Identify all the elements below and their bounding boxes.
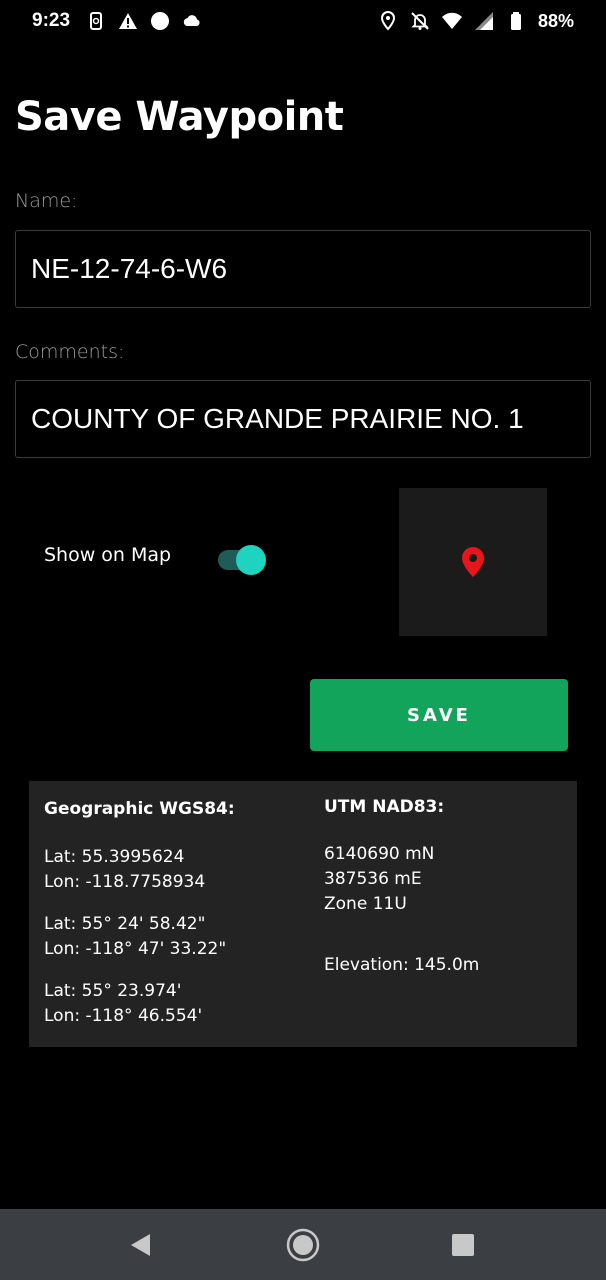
dm-lat: Lat: 55° 23.974' (44, 981, 182, 1001)
home-icon (286, 1228, 320, 1262)
status-time: 9:23 (32, 10, 71, 31)
map-pin-icon (461, 546, 485, 578)
coordinate-info-panel: Geographic WGS84: Lat: 55.3995624 Lon: -… (29, 781, 577, 1047)
status-right-icons: 88% (378, 11, 574, 32)
status-left-icons (86, 11, 202, 31)
location-icon (378, 11, 398, 31)
decimal-lon: Lon: -118.7758934 (44, 872, 206, 892)
name-label: Name: (15, 190, 78, 212)
navigation-bar (0, 1209, 606, 1280)
dm-lon: Lon: -118° 46.554' (44, 1006, 203, 1026)
phone-sync-icon (86, 11, 106, 31)
back-icon (128, 1232, 152, 1258)
recents-button[interactable] (445, 1227, 481, 1263)
utm-easting: 387536 mE (324, 869, 422, 889)
show-on-map-label: Show on Map (44, 544, 172, 566)
toggle-thumb (236, 545, 266, 575)
map-preview[interactable] (399, 488, 547, 636)
comments-input-value: COUNTY OF GRANDE PRAIRIE NO. 1 (31, 403, 524, 434)
utm-heading: UTM NAD83: (324, 797, 445, 817)
circle-icon (150, 11, 170, 31)
utm-zone: Zone 11U (324, 894, 407, 914)
comments-input[interactable]: COUNTY OF GRANDE PRAIRIE NO. 1 (15, 380, 591, 458)
home-button[interactable] (285, 1227, 321, 1263)
comments-label: Comments: (15, 341, 125, 363)
signal-icon (474, 11, 494, 31)
name-input[interactable]: NE-12-74-6-W6 (15, 230, 591, 308)
dms-lat: Lat: 55° 24' 58.42" (44, 914, 206, 934)
bell-off-icon (410, 11, 430, 31)
show-on-map-toggle[interactable] (218, 545, 266, 575)
dms-lon: Lon: -118° 47' 33.22" (44, 939, 227, 959)
back-button[interactable] (122, 1227, 158, 1263)
recents-icon (451, 1233, 475, 1257)
battery-percentage: 88% (537, 10, 574, 31)
geographic-heading: Geographic WGS84: (44, 799, 235, 819)
battery-icon (506, 11, 526, 31)
name-input-value: NE-12-74-6-W6 (31, 253, 228, 284)
warning-icon (118, 11, 138, 31)
utm-northing: 6140690 mN (324, 844, 435, 864)
elevation: Elevation: 145.0m (324, 955, 480, 975)
save-button[interactable]: SAVE (310, 679, 568, 751)
wifi-icon (441, 11, 462, 31)
status-bar: 9:23 88% (0, 0, 606, 42)
decimal-lat: Lat: 55.3995624 (44, 847, 185, 867)
cloud-icon (182, 11, 202, 31)
page-title: Save Waypoint (15, 94, 344, 140)
